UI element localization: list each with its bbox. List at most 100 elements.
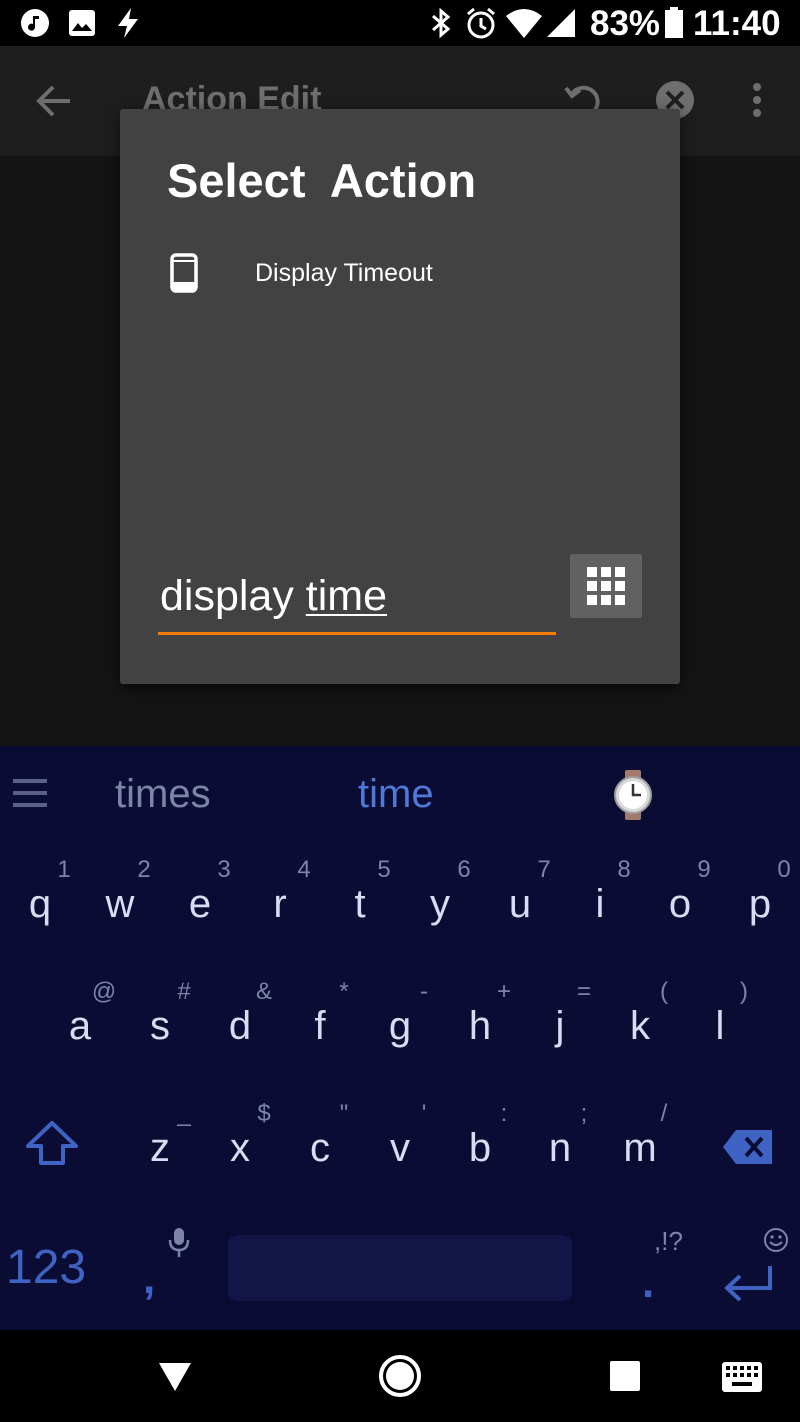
microphone-icon[interactable] (168, 1228, 190, 1258)
key-g[interactable]: -g (360, 978, 440, 1098)
screen: 83% 11:40 Action Edit Select Action Disp… (0, 0, 800, 1422)
key-d[interactable]: & d (200, 978, 280, 1098)
result-item-display-timeout[interactable]: Display Timeout (150, 243, 650, 305)
key-n[interactable]: ; n (520, 1100, 600, 1220)
key-label: c (310, 1126, 330, 1170)
status-bar: 83% 11:40 (0, 0, 800, 46)
wifi-icon (506, 9, 542, 38)
image-icon (69, 10, 95, 36)
battery-icon (665, 7, 683, 38)
key-label: m (623, 1126, 657, 1170)
backspace-key-icon[interactable] (722, 1129, 774, 1165)
key-label: h (468, 1004, 492, 1048)
key-t[interactable]: 5t (320, 856, 400, 976)
key-k[interactable]: (k (600, 978, 680, 1098)
suggestion-bar: times time (0, 746, 800, 846)
alarm-icon (467, 7, 495, 39)
key-label: a (68, 1004, 92, 1048)
phone-device-icon (170, 253, 198, 293)
key-label: j (555, 1004, 565, 1048)
navigation-bar (0, 1330, 800, 1422)
key-i[interactable]: 8i (560, 856, 640, 976)
key-hint: ) (740, 978, 748, 1005)
key-w[interactable]: 2w (80, 856, 160, 976)
comma-key[interactable]: , (143, 1254, 155, 1304)
key-label: i (595, 882, 605, 926)
key-m[interactable]: / m (600, 1100, 680, 1220)
key-f[interactable]: * f (280, 978, 360, 1098)
key-label: e (188, 882, 212, 926)
key-r[interactable]: 4r (240, 856, 320, 976)
key-hint: / (660, 1100, 668, 1127)
period-key[interactable]: . (642, 1258, 654, 1308)
key-label: s (150, 1004, 170, 1048)
back-arrow-icon[interactable] (36, 84, 72, 118)
key-label: q (28, 882, 52, 926)
search-value-prefix: display (160, 572, 306, 620)
key-label: v (390, 1126, 410, 1170)
grid-button[interactable] (570, 554, 642, 618)
key-label: f (314, 1004, 326, 1048)
keyboard-menu-icon[interactable] (13, 776, 47, 810)
search-value: display time (160, 572, 387, 621)
space-bar[interactable] (228, 1235, 572, 1301)
key-label: z (150, 1126, 170, 1170)
key-u[interactable]: 7u (480, 856, 560, 976)
key-label: b (468, 1126, 492, 1170)
key-label: n (548, 1126, 572, 1170)
key-label: p (748, 882, 772, 926)
recents-square-icon[interactable] (610, 1361, 640, 1391)
key-label: d (228, 1004, 252, 1048)
music-icon (21, 9, 49, 37)
key-label: l (715, 1004, 725, 1048)
key-label: y (430, 882, 450, 926)
key-label: r (273, 882, 287, 926)
bluetooth-icon (432, 7, 451, 39)
key-label: u (508, 882, 532, 926)
key-label: w (105, 882, 135, 926)
overflow-menu-icon[interactable] (750, 82, 764, 118)
select-action-dialog: Select Action Display Timeout display ti… (120, 109, 680, 684)
punctuation-hint: ,!? (654, 1226, 683, 1256)
emoji-icon[interactable] (763, 1227, 789, 1253)
dialog-title: Select Action (167, 154, 477, 207)
key-y[interactable]: 6y (400, 856, 480, 976)
watch-emoji-icon[interactable] (612, 770, 654, 820)
key-q[interactable]: 1q (0, 856, 80, 976)
keyboard-icon[interactable] (722, 1362, 762, 1392)
shift-key-icon[interactable] (25, 1120, 79, 1166)
suggestion-times[interactable]: times (115, 772, 211, 817)
key-hint: 0 (777, 856, 791, 883)
key-c[interactable]: " c (280, 1100, 360, 1220)
home-circle-icon[interactable] (378, 1354, 422, 1398)
key-a[interactable]: @ a (40, 978, 120, 1098)
signal-icon (547, 9, 575, 37)
keyboard: times time 1 q 2 w 3 e 4 r 5 t 6 y 7 u 8 i 9 o 0 p @ a # s & d * f -… (0, 746, 800, 1330)
back-triangle-icon[interactable] (158, 1362, 192, 1392)
clock: 11:40 (693, 4, 781, 43)
key-p[interactable]: 0p (720, 856, 800, 976)
key-h[interactable]: + h (440, 978, 520, 1098)
enter-key-icon[interactable] (722, 1264, 774, 1308)
grid-icon (587, 567, 625, 605)
battery-percentage: 83% (590, 4, 661, 43)
key-e[interactable]: 3e (160, 856, 240, 976)
key-label: t (354, 882, 366, 926)
symbols-key[interactable]: 123 (6, 1240, 86, 1295)
key-l[interactable]: ) l (680, 978, 760, 1098)
key-label: k (630, 1004, 650, 1048)
key-label: g (388, 1004, 412, 1048)
key-v[interactable]: ' v (360, 1100, 440, 1220)
key-label: o (668, 882, 692, 926)
key-z[interactable]: _ z (120, 1100, 200, 1220)
key-x[interactable]: $ x (200, 1100, 280, 1220)
key-label: x (230, 1126, 250, 1170)
key-o[interactable]: 9o (640, 856, 720, 976)
search-input[interactable]: display time (158, 559, 556, 635)
flash-icon (118, 8, 138, 38)
key-b[interactable]: :b (440, 1100, 520, 1220)
key-s[interactable]: # s (120, 978, 200, 1098)
suggestion-time[interactable]: time (358, 772, 434, 817)
key-j[interactable]: = j (520, 978, 600, 1098)
result-label: Display Timeout (255, 259, 433, 287)
